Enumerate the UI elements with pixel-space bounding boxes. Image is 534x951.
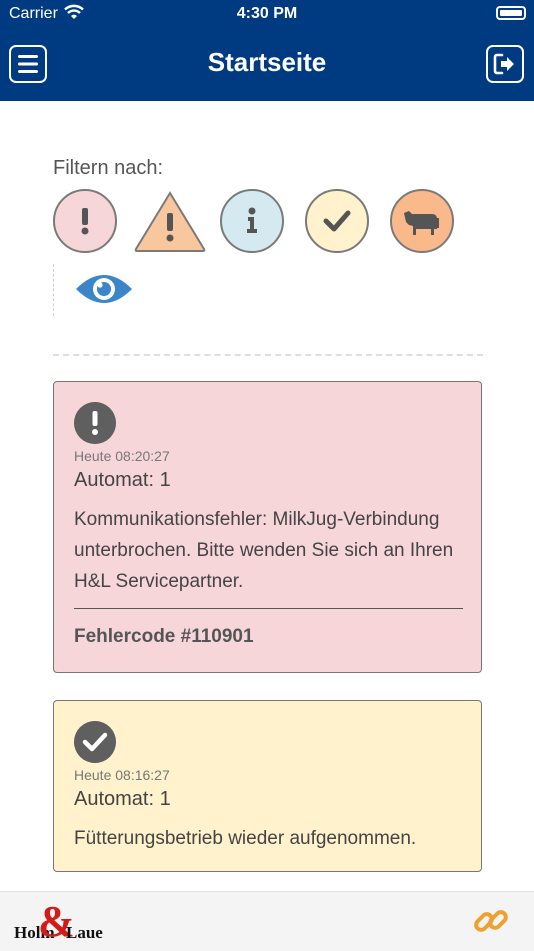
logout-button[interactable] (486, 45, 524, 83)
card-divider (74, 608, 463, 609)
notification-automat: Automat: 1 (74, 788, 171, 810)
notification-message: Fütterungsbetrieb wieder aufgenommen. (74, 828, 417, 849)
filter-ok-button[interactable] (305, 189, 369, 253)
alert-icon (81, 208, 89, 235)
notification-card-error[interactable]: Heute 08:20:27 Automat: 1 Kommunikations… (53, 381, 482, 673)
check-icon (323, 210, 351, 232)
notification-automat: Automat: 1 (74, 469, 171, 491)
main-content: Filtern nach: Heute 08:20:27 Automat: 1 … (0, 101, 534, 891)
filter-animals-button[interactable] (390, 189, 454, 253)
link-icon[interactable] (472, 902, 510, 940)
status-bar: Carrier 4:30 PM (0, 0, 534, 28)
filter-warnings-button[interactable] (133, 189, 207, 253)
logo-text-right: Laue (66, 923, 103, 942)
sign-out-icon (493, 53, 514, 75)
filter-errors-button[interactable] (53, 189, 117, 253)
clock: 4:30 PM (236, 5, 298, 22)
alert-circle-icon (74, 402, 116, 444)
navigation-bar: Startseite (0, 28, 534, 101)
filter-label: Filtern nach: (53, 157, 164, 179)
cow-icon (404, 211, 439, 235)
warning-triangle-icon (167, 213, 173, 231)
section-divider (53, 354, 483, 356)
holm-laue-logo: Holm & Laue (14, 900, 104, 944)
notification-card-ok[interactable]: Heute 08:16:27 Automat: 1 Fütterungsbetr… (53, 700, 482, 872)
info-icon (247, 207, 257, 233)
notification-message: Kommunikationsfehler: MilkJug-Verbindung… (74, 509, 454, 592)
page-title: Startseite (207, 47, 327, 77)
filter-divider (53, 264, 54, 316)
notification-time: Heute 08:20:27 (74, 448, 170, 464)
check-circle-icon (74, 721, 116, 763)
notification-time: Heute 08:16:27 (74, 767, 170, 783)
view-all-button[interactable] (74, 267, 134, 311)
footer-bar: Holm & Laue (0, 891, 534, 951)
filter-info-button[interactable] (220, 189, 284, 253)
battery-icon (496, 6, 526, 20)
error-code: Fehlercode #110901 (74, 626, 254, 647)
